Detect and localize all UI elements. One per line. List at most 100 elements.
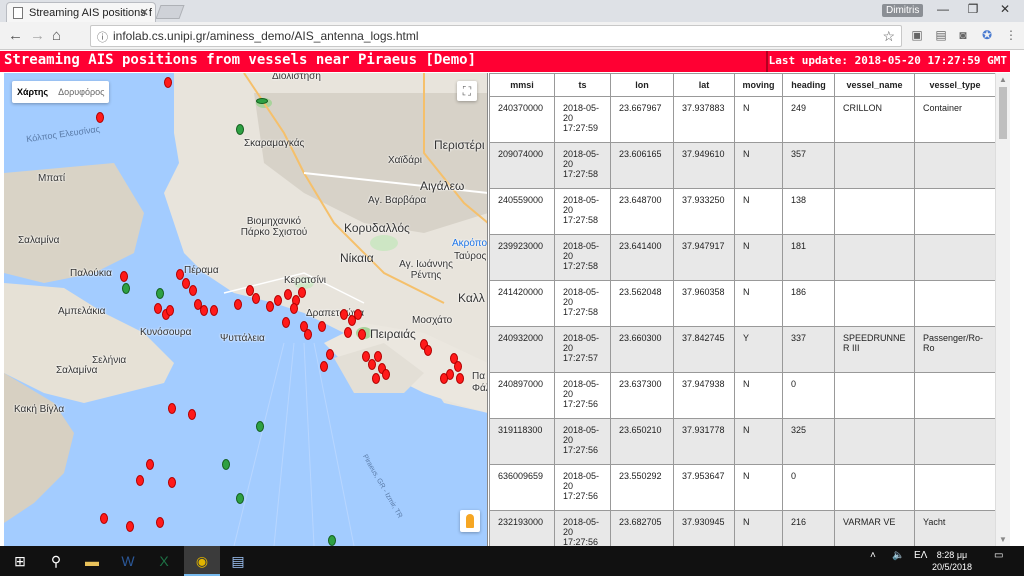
vessel-stopped-marker[interactable] — [274, 295, 282, 306]
word-icon[interactable]: W — [118, 551, 138, 571]
vessel-stopped-marker[interactable] — [354, 309, 362, 320]
vessel-stopped-marker[interactable] — [440, 373, 448, 384]
vessel-moving-marker[interactable] — [156, 288, 164, 299]
scroll-up-icon[interactable]: ▲ — [999, 75, 1007, 84]
profile-button[interactable]: Dimitris — [882, 4, 924, 17]
home-icon[interactable]: ⌂ — [52, 27, 61, 44]
vessel-stopped-marker[interactable] — [168, 403, 176, 414]
vessel-stopped-marker[interactable] — [454, 361, 462, 372]
table-row[interactable]: 239923000 2018-05-20 17:27:58 23.641400 37.… — [489, 234, 995, 281]
vessel-stopped-marker[interactable] — [156, 517, 164, 528]
vessel-stopped-marker[interactable] — [374, 351, 382, 362]
tab-close-icon[interactable]: ✕ — [140, 6, 149, 19]
forward-arrow-icon[interactable]: → — [30, 27, 45, 44]
close-window-icon[interactable]: ✕ — [990, 2, 1020, 16]
vessel-stopped-marker[interactable] — [168, 477, 176, 488]
vessel-stopped-marker[interactable] — [344, 327, 352, 338]
vessel-moving-marker[interactable] — [328, 535, 336, 546]
vessel-moving-marker[interactable] — [222, 459, 230, 470]
windows-start-icon[interactable]: ⊞ — [10, 551, 30, 571]
table-row[interactable]: 240559000 2018-05-20 17:27:58 23.648700 37.… — [489, 188, 995, 235]
vessel-stopped-marker[interactable] — [126, 521, 134, 532]
column-header[interactable]: moving — [734, 73, 783, 97]
vessel-stopped-marker[interactable] — [290, 303, 298, 314]
vessel-stopped-marker[interactable] — [266, 301, 274, 312]
fullscreen-icon[interactable]: ⛶ — [457, 81, 477, 101]
column-header[interactable]: lon — [610, 73, 674, 97]
vessel-stopped-marker[interactable] — [136, 475, 144, 486]
browser-tab[interactable]: Streaming AIS positions f ✕ — [6, 2, 156, 22]
vessel-stopped-marker[interactable] — [210, 305, 218, 316]
tray-arrow-icon[interactable]: ˄ — [870, 550, 876, 561]
table-row[interactable]: 240370000 2018-05-20 17:27:59 23.667967 37.… — [489, 96, 995, 143]
column-header[interactable]: heading — [782, 73, 835, 97]
vessel-stopped-marker[interactable] — [146, 459, 154, 470]
chrome-icon[interactable]: ◉ — [192, 551, 212, 571]
vessel-stopped-marker[interactable] — [358, 329, 366, 340]
map-type-satellite[interactable]: Δορυφόρος — [53, 87, 109, 97]
vessel-stopped-marker[interactable] — [298, 287, 306, 298]
language-indicator[interactable]: ΕΛ — [914, 550, 927, 561]
column-header[interactable]: ts — [554, 73, 611, 97]
vessel-moving-marker[interactable] — [122, 283, 130, 294]
minimize-icon[interactable]: — — [928, 2, 958, 16]
vessel-stopped-marker[interactable] — [154, 303, 162, 314]
vessel-stopped-marker[interactable] — [164, 77, 172, 88]
table-row[interactable]: 209074000 2018-05-20 17:27:58 23.606165 37.… — [489, 142, 995, 189]
vessel-stopped-marker[interactable] — [100, 513, 108, 524]
vessel-stopped-marker[interactable] — [372, 373, 380, 384]
search-icon[interactable]: ⚲ — [46, 551, 66, 571]
bookmark-star-icon[interactable]: ☆ — [882, 28, 895, 45]
vessel-moving-marker[interactable] — [236, 124, 244, 135]
vessel-map[interactable]: Χάρτης Δορυφόρος ⛶ Διολίστηση Κόλπος Ελε… — [4, 73, 488, 546]
vessel-moving-marker[interactable] — [236, 493, 244, 504]
column-header[interactable]: vessel_type — [914, 73, 995, 97]
table-row[interactable]: 240897000 2018-05-20 17:27:56 23.637300 37.… — [489, 372, 995, 419]
new-tab-button[interactable] — [155, 5, 185, 19]
vessel-stopped-marker[interactable] — [318, 321, 326, 332]
street-view-pegman-icon[interactable] — [460, 510, 480, 532]
clock[interactable]: 8:28 μμ 20/5/2018 — [932, 549, 972, 573]
vessel-stopped-marker[interactable] — [340, 309, 348, 320]
vessel-stopped-marker[interactable] — [188, 409, 196, 420]
vessel-stopped-marker[interactable] — [456, 373, 464, 384]
table-row[interactable]: 319118300 2018-05-20 17:27:56 23.650210 37.… — [489, 418, 995, 465]
vessel-stopped-marker[interactable] — [424, 345, 432, 356]
column-header[interactable]: lat — [673, 73, 735, 97]
vessel-stopped-marker[interactable] — [234, 299, 242, 310]
maximize-icon[interactable]: ❐ — [958, 2, 988, 16]
vessel-table-container[interactable]: mmsi ts lon lat moving heading vessel_na… — [489, 73, 995, 546]
file-explorer-icon[interactable]: ▬ — [82, 551, 102, 571]
excel-icon[interactable]: X — [154, 551, 174, 571]
table-scrollbar[interactable]: ▲ ▼ — [995, 73, 1010, 546]
column-header[interactable]: mmsi — [489, 73, 555, 97]
extension-icon[interactable]: ▣ — [910, 28, 924, 42]
vessel-moving-marker[interactable] — [256, 98, 268, 104]
table-row[interactable]: 232193000 2018-05-20 17:27:56 23.682705 37.… — [489, 510, 995, 546]
extension-icon[interactable]: ✪ — [980, 28, 994, 42]
vessel-stopped-marker[interactable] — [166, 305, 174, 316]
map-type-map[interactable]: Χάρτης — [12, 87, 53, 97]
notifications-icon[interactable]: ▭ — [994, 550, 1003, 561]
vessel-stopped-marker[interactable] — [304, 329, 312, 340]
info-icon[interactable]: ⓘ — [97, 29, 108, 45]
column-header[interactable]: vessel_name — [834, 73, 915, 97]
vessel-stopped-marker[interactable] — [96, 112, 104, 123]
camera-icon[interactable]: ◙ — [956, 28, 970, 42]
vessel-stopped-marker[interactable] — [326, 349, 334, 360]
vessel-stopped-marker[interactable] — [282, 317, 290, 328]
vessel-stopped-marker[interactable] — [382, 369, 390, 380]
table-row[interactable]: 240932000 2018-05-20 17:27:57 23.660300 37.… — [489, 326, 995, 373]
scroll-down-icon[interactable]: ▼ — [999, 535, 1007, 544]
vessel-stopped-marker[interactable] — [320, 361, 328, 372]
vessel-moving-marker[interactable] — [256, 421, 264, 432]
address-bar[interactable]: ⓘ infolab.cs.unipi.gr/aminess_demo/AIS_a… — [90, 25, 902, 47]
scrollbar-thumb[interactable] — [999, 87, 1007, 139]
table-row[interactable]: 241420000 2018-05-20 17:27:58 23.562048 37.… — [489, 280, 995, 327]
vessel-stopped-marker[interactable] — [252, 293, 260, 304]
document-app-icon[interactable]: ▤ — [228, 551, 248, 571]
menu-icon[interactable]: ⋮ — [1004, 28, 1018, 42]
table-row[interactable]: 636009659 2018-05-20 17:27:56 23.550292 37.… — [489, 464, 995, 511]
vessel-stopped-marker[interactable] — [200, 305, 208, 316]
extension-icon[interactable]: ▤ — [934, 28, 948, 42]
